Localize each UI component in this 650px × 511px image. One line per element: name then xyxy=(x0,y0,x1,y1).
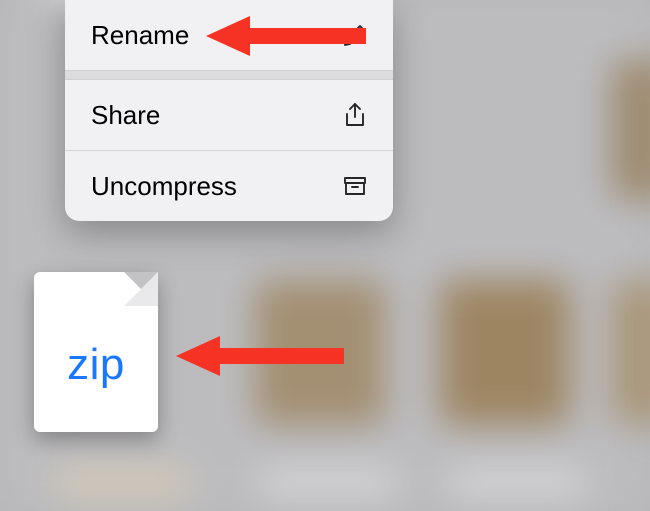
share-icon xyxy=(341,101,369,129)
menu-item-uncompress[interactable]: Uncompress xyxy=(65,151,393,221)
file-type-label: zip xyxy=(34,340,158,390)
page-fold-icon xyxy=(124,272,158,306)
archive-icon xyxy=(341,172,369,200)
file-zip[interactable]: zip xyxy=(34,272,158,432)
menu-item-rename[interactable]: Rename xyxy=(65,0,393,70)
menu-item-label: Uncompress xyxy=(91,171,237,202)
menu-item-share[interactable]: Share xyxy=(65,80,393,150)
context-menu: Rename Share Uncompress xyxy=(65,0,393,221)
pencil-icon xyxy=(341,21,369,49)
menu-item-label: Share xyxy=(91,100,160,131)
menu-item-label: Rename xyxy=(91,20,189,51)
menu-separator xyxy=(65,70,393,80)
